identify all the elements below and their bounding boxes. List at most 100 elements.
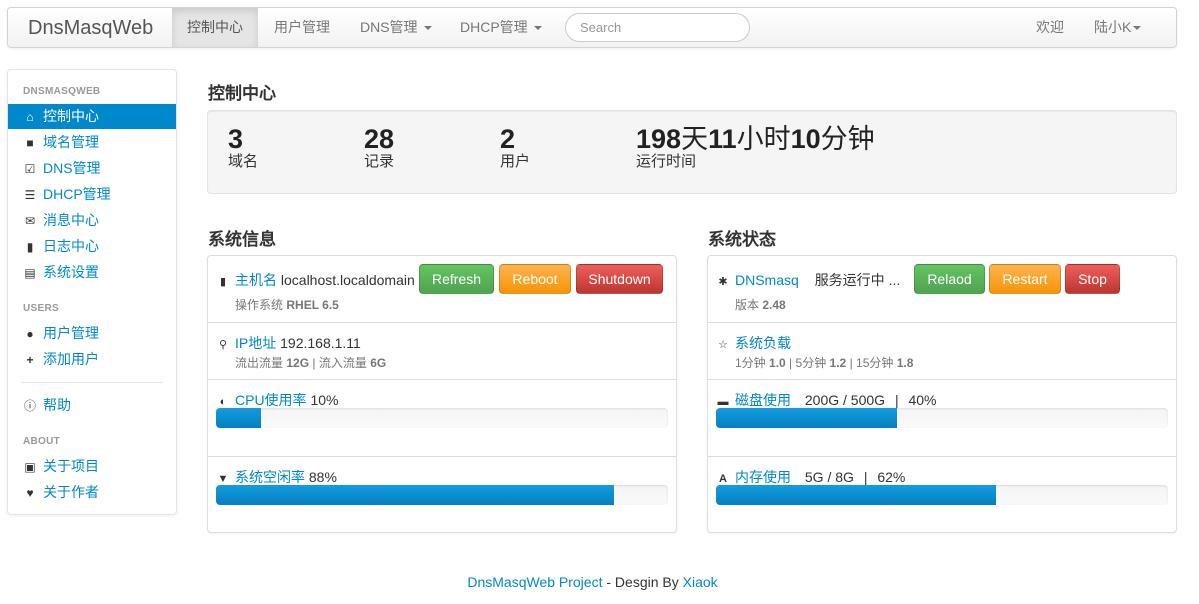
nav-welcome[interactable]: 欢迎 [1021, 8, 1079, 47]
list-icon: ☰ [24, 188, 36, 202]
hostname-value: localhost.localdomain [280, 272, 415, 288]
sysstatus-title: 系统状态 [708, 230, 776, 249]
sidebar-header-users: USERS [23, 303, 59, 314]
sysstatus-panel: ✱ DNSmasq 服务运行中 ... 版本 2.48 Relaod Restar… [707, 255, 1177, 533]
sidebar-item-dhcp[interactable]: ☰ DHCP管理 [8, 182, 176, 207]
sidebar-divider [22, 382, 162, 383]
search-input[interactable] [565, 13, 750, 42]
hdd-icon: ▬ [717, 396, 729, 408]
stat-label: 记录 [364, 153, 395, 170]
sidebar-item-messages[interactable]: ✉ 消息中心 [8, 208, 176, 233]
disk-value: 200G / 500G [804, 392, 886, 408]
project-link[interactable]: DnsMasqWeb Project [467, 574, 602, 590]
dnsmasq-link[interactable]: DNSmasq [735, 272, 799, 288]
traffic-info: 流出流量 12G | 流入流量 6G [235, 356, 387, 370]
nav-dns-label: DNS管理 [360, 19, 418, 35]
disk-row: ▬ 磁盘使用 200G / 500G | 40% [708, 380, 1176, 457]
os-info: 操作系统 RHEL 6.5 [235, 298, 339, 312]
home-icon: ⌂ [26, 110, 34, 124]
stop-button[interactable]: Stop [1065, 264, 1120, 294]
restart-button[interactable]: Restart [989, 264, 1061, 294]
envelope-icon: ✉ [24, 214, 36, 228]
caret-down-icon [423, 26, 432, 31]
idle-progress-bar [216, 485, 614, 505]
nav-dhcp-label: DHCP管理 [460, 19, 528, 35]
shutdown-button[interactable]: Shutdown [576, 264, 663, 294]
version-info: 版本 2.48 [735, 298, 786, 312]
star-icon: ☆ [718, 339, 728, 351]
asterisk-icon: ✱ [718, 276, 728, 288]
ip-value: 192.168.1.11 [280, 335, 361, 351]
service-state: 服务运行中 ... [814, 272, 901, 288]
stat-value: 2 [500, 124, 516, 154]
mem-percent: 62% [877, 469, 906, 485]
cpu-link[interactable]: CPU使用率 [235, 392, 307, 408]
sidebar-item-about-author[interactable]: ♥ 关于作者 [8, 480, 176, 505]
sidebar-item-settings[interactable]: ▤ 系统设置 [8, 260, 176, 285]
reboot-button[interactable]: Reboot [499, 264, 571, 294]
stat-domains: 3 域名 [228, 125, 258, 171]
reload-button[interactable]: Relaod [914, 264, 985, 294]
service-row: ✱ DNSmasq 服务运行中 ... 版本 2.48 Relaod Restar… [708, 256, 1176, 323]
sidebar-item-dns[interactable]: ☑ DNS管理 [8, 156, 176, 181]
tasks-icon: A [719, 473, 727, 485]
load-info: 1分钟 1.0 | 5分钟 1.2 | 15分钟 1.8 [735, 356, 914, 370]
sidebar-item-logs[interactable]: ▮ 日志中心 [8, 234, 176, 259]
hostname-link[interactable]: 主机名 [235, 272, 277, 288]
navbar: DnsMasqWeb 控制中心 用户管理 DNS管理 DHCP管理 欢迎 陆小K [7, 7, 1177, 48]
stats-well: 3 域名 28 记录 2 用户 198天11小时10分钟 运行时间 [207, 110, 1177, 194]
nav-dashboard[interactable]: 控制中心 [172, 8, 258, 47]
adjust-icon: ◐ [219, 396, 227, 408]
sidebar-item-user-manage[interactable]: ● 用户管理 [8, 321, 176, 346]
caret-down-icon [1133, 26, 1142, 31]
idle-value: 88% [308, 469, 337, 485]
file-icon: ▮ [26, 240, 34, 254]
list-alt-icon: ▤ [24, 266, 36, 280]
footer: DnsMasqWeb Project - Desgin By Xiaok [467, 574, 718, 590]
nav-dhcp-dropdown[interactable]: DHCP管理 [445, 8, 557, 47]
ip-row: ⚲ IP地址 192.168.1.11 流出流量 12G | 流入流量 6G [208, 323, 676, 380]
idle-link[interactable]: 系统空闲率 [235, 469, 305, 485]
stat-value: 28 [364, 124, 395, 154]
plus-icon: + [26, 353, 34, 367]
cpu-row: ◐ CPU使用率 10% [208, 380, 676, 457]
hostname-row: ▮ 主机名 localhost.localdomain 操作系统 RHEL 6.5… [208, 256, 676, 323]
nav-users[interactable]: 用户管理 [259, 8, 345, 47]
sidebar-item-add-user[interactable]: + 添加用户 [8, 347, 176, 372]
mem-progress-bar [716, 485, 997, 505]
info-icon: ⓘ [23, 399, 36, 413]
disk-link[interactable]: 磁盘使用 [735, 392, 791, 408]
idle-progress [216, 485, 668, 505]
sidebar-item-dashboard[interactable]: ⌂ 控制中心 [8, 104, 176, 129]
check-icon: ☑ [24, 162, 36, 176]
load-link[interactable]: 系统负载 [735, 335, 791, 351]
sidebar-header-about: ABOUT [23, 436, 61, 447]
refresh-button[interactable]: Refresh [419, 264, 494, 294]
cpu-progress [216, 408, 668, 428]
mem-link[interactable]: 内存使用 [735, 469, 791, 485]
disk-progress [716, 408, 1168, 428]
user-name: 陆小K [1094, 19, 1132, 35]
mem-progress [716, 485, 1168, 505]
sidebar-header-main: DNSMASQWEB [23, 86, 101, 97]
idle-row: ▼ 系统空闲率 88% [208, 457, 676, 533]
caret-down-icon [533, 26, 542, 31]
nav-dns-dropdown[interactable]: DNS管理 [345, 8, 447, 47]
brand-link[interactable]: DnsMasqWeb [28, 17, 153, 40]
filter-icon: ▼ [217, 473, 229, 485]
stat-records: 28 记录 [364, 125, 394, 171]
user-menu-dropdown[interactable]: 陆小K [1079, 8, 1156, 47]
cpu-value: 10% [310, 392, 339, 408]
heart-icon: ♥ [26, 486, 34, 500]
stat-users: 2 用户 [500, 125, 530, 171]
author-link[interactable]: Xiaok [683, 574, 718, 590]
stat-uptime: 198天11小时10分钟 运行时间 [636, 125, 875, 171]
user-icon: ● [26, 327, 34, 341]
sidebar-item-domains[interactable]: ■ 域名管理 [8, 130, 176, 155]
mem-value: 5G / 8G [804, 469, 854, 485]
sidebar-item-about-project[interactable]: ▣ 关于项目 [8, 454, 176, 479]
file-icon: ▮ [219, 276, 227, 288]
picture-icon: ▣ [24, 460, 36, 474]
sidebar-item-help[interactable]: ⓘ 帮助 [8, 393, 176, 418]
ip-link[interactable]: IP地址 [235, 335, 276, 351]
